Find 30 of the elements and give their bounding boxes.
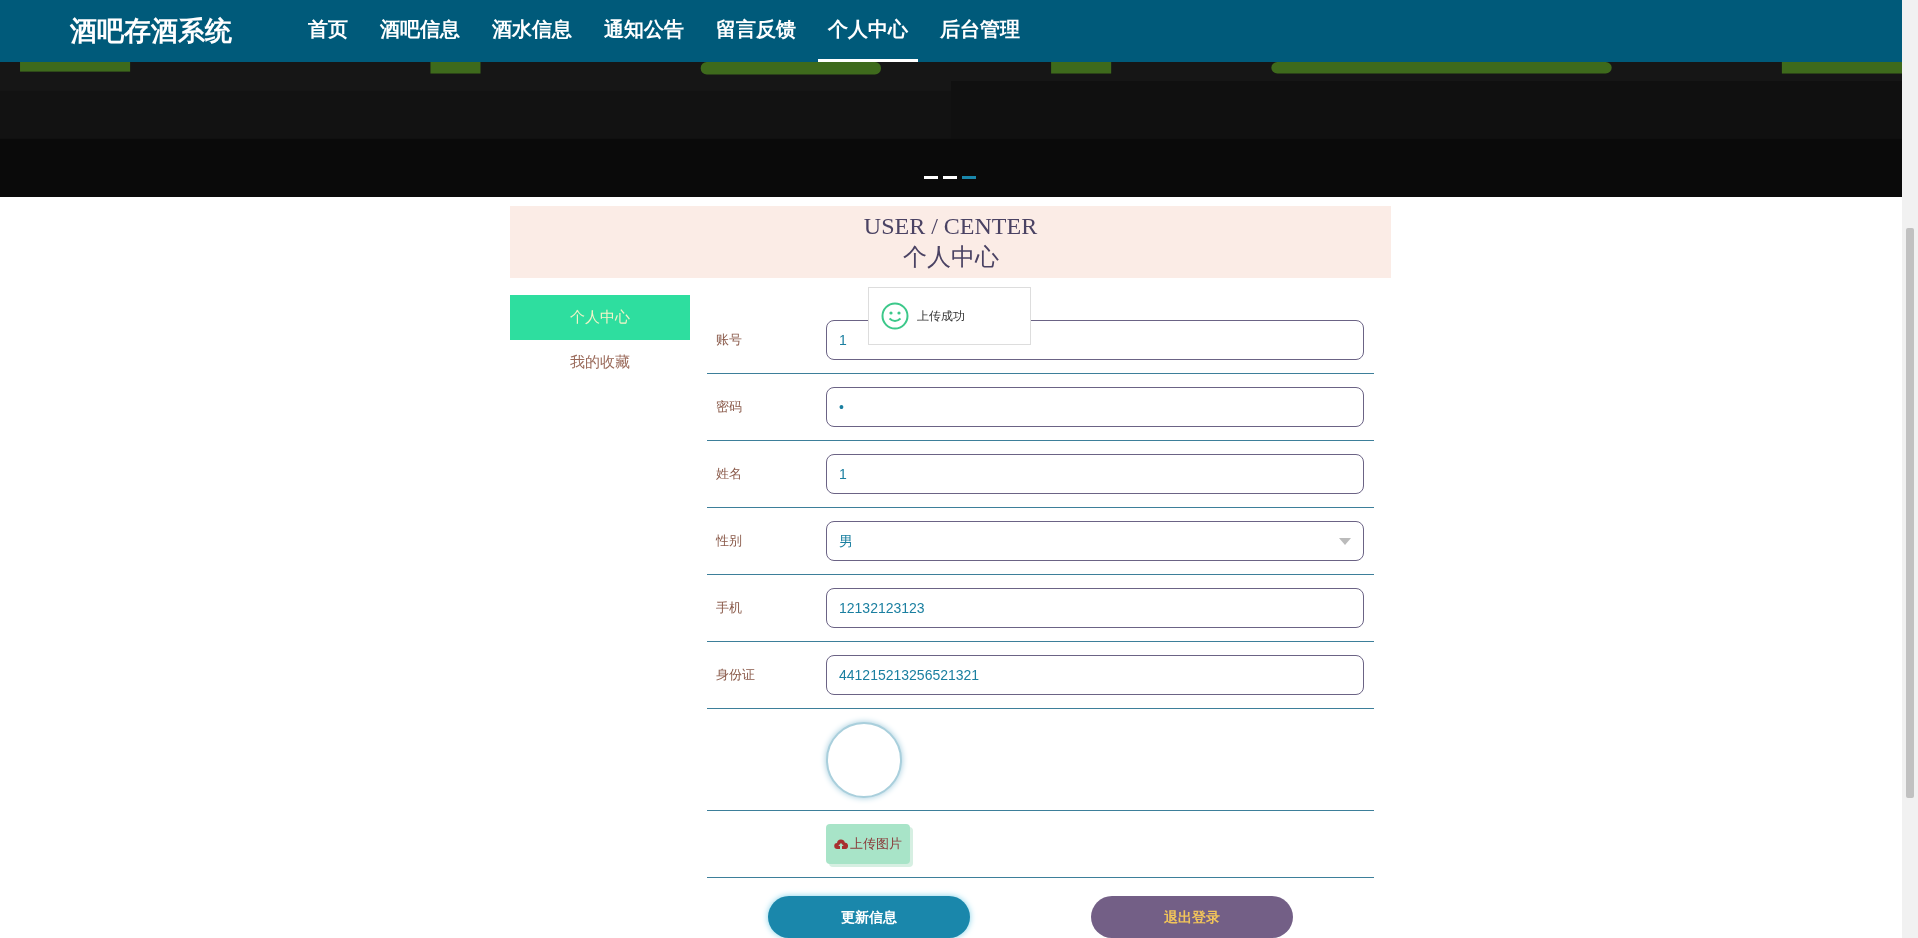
logout-button[interactable]: 退出登录 xyxy=(1091,896,1294,938)
title-english: USER / CENTER xyxy=(863,212,1038,241)
title-chinese: 个人中心 xyxy=(902,243,999,272)
carousel-indicator[interactable] xyxy=(924,175,938,179)
caret-icon xyxy=(1339,537,1351,545)
smiley-icon xyxy=(881,302,909,330)
nav-link[interactable]: 酒吧信息 xyxy=(370,0,470,62)
sidebar-item[interactable]: 我的收藏 xyxy=(510,340,690,385)
cloud-upload-icon xyxy=(834,838,848,850)
site-logo: 酒吧存酒系统 xyxy=(70,14,232,48)
nav-link[interactable]: 后台管理 xyxy=(930,0,1030,62)
field-label: 姓名 xyxy=(716,466,742,482)
field-label: 身份证 xyxy=(716,667,755,683)
update-button[interactable]: 更新信息 xyxy=(767,896,970,938)
text-field[interactable]: 1 xyxy=(826,454,1364,494)
select-field[interactable]: 男 xyxy=(826,521,1364,561)
nav-link[interactable]: 留言反馈 xyxy=(706,0,806,62)
text-field[interactable]: • xyxy=(826,387,1364,427)
field-label: 密码 xyxy=(716,399,742,415)
field-label: 账号 xyxy=(716,332,742,348)
text-field[interactable]: 441215213256521321 xyxy=(826,655,1364,695)
field-label: 手机 xyxy=(716,600,742,616)
carousel-indicator[interactable] xyxy=(943,175,957,179)
field-label: 性别 xyxy=(716,533,742,549)
text-field[interactable]: 12132123123 xyxy=(826,588,1364,628)
nav-link[interactable]: 首页 xyxy=(298,0,358,62)
nav-link[interactable]: 酒水信息 xyxy=(482,0,582,62)
upload-button[interactable]: 上传图片 xyxy=(826,824,910,864)
nav-link[interactable]: 通知公告 xyxy=(594,0,694,62)
select-value: 男 xyxy=(839,531,853,551)
